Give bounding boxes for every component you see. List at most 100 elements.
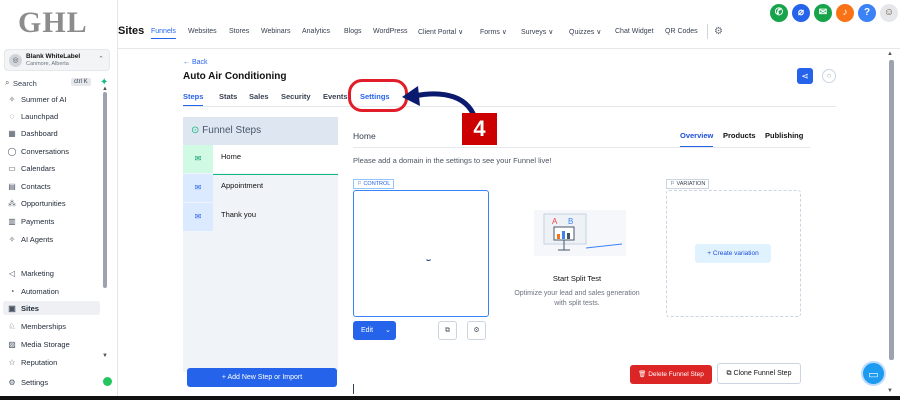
sidebar-item-sites[interactable]: ▣ Sites	[3, 301, 100, 315]
scroll-down-arrow[interactable]: ▼	[102, 353, 108, 359]
delete-step-button[interactable]: 🗑 Delete Funnel Step	[630, 365, 712, 384]
topnav-quizzes[interactable]: Quizzes ∨	[569, 28, 601, 36]
topnav-chat-widget[interactable]: Chat Widget	[615, 28, 654, 35]
account-avatar: ◎	[9, 54, 22, 67]
clone-label: Clone Funnel Step	[733, 370, 792, 377]
contacts-icon: ▤	[8, 181, 16, 191]
topnav-divider	[707, 24, 708, 39]
topnav-websites[interactable]: Websites	[188, 28, 217, 35]
tab-publishing[interactable]: Publishing	[765, 131, 803, 140]
chat-support-icon[interactable]: ▭	[861, 361, 886, 386]
gear-icon[interactable]: ⚙	[467, 321, 486, 340]
loading-spinner	[425, 254, 432, 261]
step-label: Home	[221, 152, 242, 161]
trash-icon: 🗑	[638, 371, 647, 378]
sidebar-item-summer-of-ai[interactable]: ✧ Summer of AI	[6, 92, 102, 106]
highlight-ring	[348, 79, 408, 112]
svg-text:A: A	[552, 217, 558, 226]
sidebar-item-memberships[interactable]: ♘ Memberships	[6, 319, 102, 333]
topnav-forms[interactable]: Forms ∨	[480, 28, 507, 36]
tabs-divider	[183, 106, 836, 107]
megaphone-icon[interactable]: ✉	[814, 4, 832, 22]
sidebar-item-opportunities[interactable]: ⁂ Opportunities	[6, 196, 102, 210]
ai-agents-icon: ✧	[8, 234, 16, 244]
step-item-home[interactable]: ✉ Home	[183, 145, 338, 173]
domain-notice: Please add a domain in the settings to s…	[353, 156, 552, 165]
tab-security[interactable]: Security	[281, 92, 311, 101]
account-switcher[interactable]: ◎ Blank WhiteLabel Canmore, Alberta ⌃	[4, 49, 110, 71]
phone-icon[interactable]: ✆	[770, 4, 788, 22]
brand-logo[interactable]: GHL	[18, 6, 88, 40]
payments-icon: ▥	[8, 216, 16, 226]
media-icon: ▨	[8, 339, 16, 349]
sidebar-item-automation[interactable]: ◔ Automation	[6, 284, 102, 298]
topnav-analytics[interactable]: Analytics	[302, 28, 330, 35]
topnav-qr-codes[interactable]: QR Codes	[665, 28, 698, 35]
status-icon[interactable]: ⌀	[792, 4, 810, 22]
topnav-funnels[interactable]: Funnels	[151, 28, 176, 39]
sidebar-item-media-storage[interactable]: ▨ Media Storage	[6, 337, 102, 351]
tab-products[interactable]: Products	[723, 131, 756, 140]
control-preview[interactable]	[353, 190, 489, 317]
split-test-illustration: A B	[534, 210, 626, 256]
main-scroll-down-arrow[interactable]: ▼	[887, 388, 893, 394]
tab-stats[interactable]: Stats	[219, 92, 237, 101]
create-variation-button[interactable]: + Create variation	[695, 244, 771, 263]
sidebar-item-dashboard[interactable]: ▦ Dashboard	[6, 126, 102, 140]
tab-steps[interactable]: Steps	[183, 92, 204, 106]
sites-settings-gear-icon[interactable]: ⚙	[714, 26, 723, 37]
tab-overview[interactable]: Overview	[680, 131, 714, 147]
sidebar-item-contacts[interactable]: ▤ Contacts	[6, 179, 102, 193]
sidebar: GHL ◎ Blank WhiteLabel Canmore, Alberta …	[0, 0, 118, 400]
main-scrollbar[interactable]	[889, 60, 894, 360]
chevron-updown-icon: ⌃	[98, 56, 104, 63]
step-item-appointment[interactable]: ✉ Appointment	[183, 174, 338, 202]
funnel-steps-title: Funnel Steps	[202, 125, 262, 136]
add-step-button[interactable]: + Add New Step or Import	[187, 368, 337, 387]
text-cursor	[353, 384, 354, 394]
help-icon[interactable]: ?	[858, 4, 876, 22]
funnel-steps-panel: ⊙ Funnel Steps ✉ Home ✉ Appointment ✉ Th…	[183, 117, 338, 372]
sites-icon: ▣	[8, 303, 16, 313]
main-scroll-up-arrow[interactable]: ▲	[887, 51, 893, 57]
star-icon: ☆	[8, 357, 16, 367]
clone-step-button[interactable]: ⧉ Clone Funnel Step	[717, 363, 801, 384]
svg-text:B: B	[568, 217, 573, 226]
back-link[interactable]: ← Back	[183, 59, 208, 66]
info-icon[interactable]: ○	[822, 69, 836, 83]
edit-button[interactable]: Edit ⌄	[353, 321, 396, 340]
automation-icon: ◔	[9, 286, 15, 296]
step-label: Appointment	[221, 181, 264, 190]
sidebar-item-ai-agents[interactable]: ✧ AI Agents	[6, 232, 102, 246]
tab-sales[interactable]: Sales	[249, 92, 269, 101]
external-link-icon[interactable]: ⧉	[438, 321, 457, 340]
search-shortcut: ctrl K	[71, 78, 91, 86]
topnav-stores[interactable]: Stores	[229, 28, 249, 35]
account-name: Blank WhiteLabel	[26, 53, 81, 60]
topnav-wordpress[interactable]: WordPress	[373, 28, 408, 35]
topnav-blogs[interactable]: Blogs	[344, 28, 362, 35]
sidebar-item-settings[interactable]: ⚙ Settings	[6, 375, 102, 389]
step-title: Home	[353, 131, 376, 141]
topnav-webinars[interactable]: Webinars	[261, 28, 290, 35]
user-avatar[interactable]: ☺	[880, 4, 898, 22]
topnav-client-portal[interactable]: Client Portal ∨	[418, 28, 463, 36]
sidebar-item-conversations[interactable]: ◯ Conversations	[6, 144, 102, 158]
sidebar-item-marketing[interactable]: ◁ Marketing	[6, 266, 102, 280]
topnav-surveys[interactable]: Surveys ∨	[521, 28, 553, 36]
sidebar-item-payments[interactable]: ▥ Payments	[6, 214, 102, 228]
sidebar-item-launchpad[interactable]: ◌ Launchpad	[6, 109, 102, 123]
sidebar-scrollbar[interactable]	[103, 92, 107, 288]
step-label: Thank you	[221, 210, 257, 219]
step-number-badge: 4	[462, 113, 497, 145]
sidebar-item-reputation[interactable]: ☆ Reputation	[6, 355, 102, 369]
page-title: Auto Air Conditioning	[183, 71, 287, 82]
step-item-thank-you[interactable]: ✉ Thank you	[183, 203, 338, 231]
bell-icon[interactable]: ♪	[836, 4, 854, 22]
sidebar-item-calendars[interactable]: ▭ Calendars	[6, 161, 102, 175]
sparkle-icon: ✧	[8, 94, 16, 104]
share-icon[interactable]: ⋖	[797, 68, 813, 84]
status-dot[interactable]	[103, 377, 112, 386]
sidebar-search[interactable]: ⌕ Search ctrl K ✦	[5, 77, 111, 90]
tab-events[interactable]: Events	[323, 92, 348, 101]
